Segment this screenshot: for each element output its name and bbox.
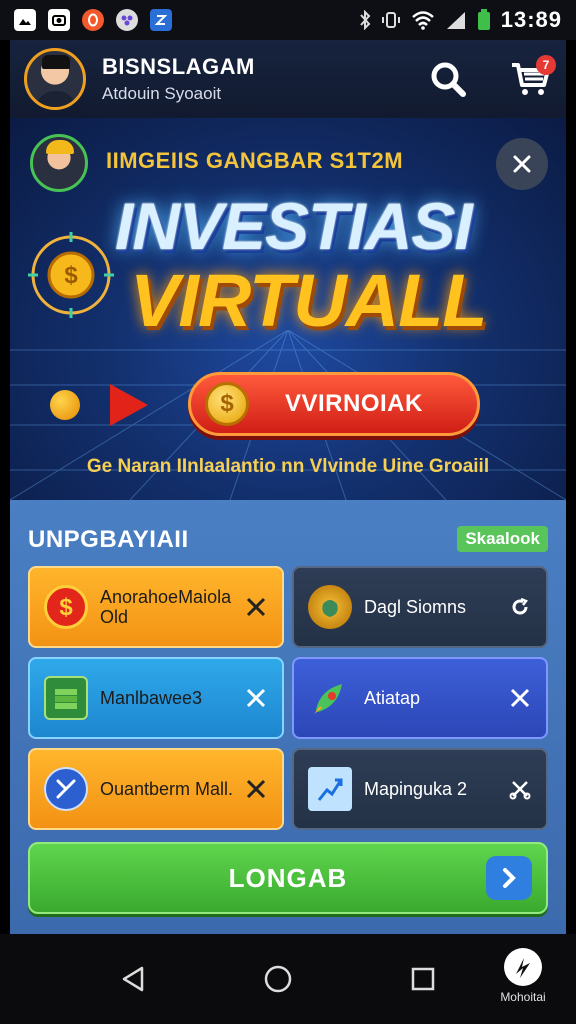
- category-tile-6[interactable]: Mapinguka 2: [292, 748, 548, 830]
- brand-logo-icon: [504, 948, 542, 986]
- banner-cta-button[interactable]: $ VVIRNOIAK: [188, 372, 480, 436]
- assistant-icon: [116, 9, 138, 31]
- close-icon: [513, 155, 531, 173]
- coin-target-icon: $: [28, 232, 114, 318]
- dollar-coin-icon: $: [44, 585, 88, 629]
- clock: 13:89: [500, 7, 562, 32]
- promo-banner[interactable]: IIMGEIIS GANGBAR S1T2M $ INVESTIASI VIRT…: [10, 118, 566, 500]
- brand-shortcut[interactable]: Mohoitai: [488, 948, 558, 1004]
- tile-label: Manlbawee3: [100, 688, 203, 708]
- coin-icon: $: [205, 382, 249, 426]
- search-button[interactable]: [426, 57, 470, 101]
- cart-badge: 7: [536, 55, 556, 75]
- close-icon[interactable]: [244, 777, 268, 801]
- cash-stack-icon: [44, 676, 88, 720]
- status-system: 13:89: [359, 7, 562, 33]
- battery-icon: [477, 9, 490, 30]
- profile-avatar[interactable]: [24, 48, 86, 110]
- banner-close-button[interactable]: [496, 138, 548, 190]
- category-panel: UNPGBAYIAII Skaalook $ AnorahoeMaiola Ol…: [10, 500, 566, 934]
- tile-label: Ouantberm Mall.: [100, 779, 234, 799]
- tools-icon: [44, 767, 88, 811]
- banner-title-line1: INVESTIASI: [115, 189, 473, 263]
- wifi-icon: [411, 11, 434, 30]
- camera-icon: [48, 9, 70, 31]
- tile-label: Atiatap: [364, 688, 421, 708]
- app-icon: [150, 9, 172, 31]
- gallery-icon: [14, 9, 36, 31]
- refresh-icon[interactable]: [508, 595, 532, 619]
- header-actions: 7: [426, 55, 556, 101]
- search-icon: [431, 62, 466, 97]
- tile-label: Dagl Siomns: [364, 597, 467, 617]
- banner-tagline: IIMGEIIS GANGBAR S1T2M: [106, 148, 404, 173]
- load-button-label: LONGAB: [228, 862, 348, 893]
- close-icon[interactable]: [244, 595, 268, 619]
- banner-title-line2: VIRTUALL: [130, 259, 488, 342]
- nav-back-button[interactable]: [113, 959, 153, 999]
- view-all-button[interactable]: Skaalook: [457, 526, 548, 552]
- chart-icon: [308, 767, 352, 811]
- status-notifications: [14, 9, 172, 31]
- category-tile-2[interactable]: Dagl Siomns: [292, 566, 548, 648]
- category-tile-3[interactable]: Manlbawee3: [28, 657, 284, 739]
- app-header: BISNSLAGAM Atdouin Syoaoit 7: [10, 40, 566, 118]
- close-icon[interactable]: [244, 686, 268, 710]
- status-bar: 13:89: [0, 0, 576, 40]
- gold-orb-icon: [50, 390, 80, 420]
- vibrate-icon: [381, 12, 400, 28]
- close-icon[interactable]: [508, 686, 532, 710]
- category-tile-5[interactable]: Ouantberm Mall.: [28, 748, 284, 830]
- cta-label: VVIRNOIAK: [285, 390, 423, 417]
- svg-text:$: $: [64, 262, 78, 289]
- home-circle-icon: [264, 965, 292, 993]
- chevron-right-icon: [486, 856, 532, 900]
- cart-button[interactable]: 7: [508, 55, 556, 101]
- load-button[interactable]: LONGAB: [28, 842, 548, 914]
- tile-label: Mapinguka 2: [364, 779, 468, 799]
- category-tile-4[interactable]: Atiatap: [292, 657, 548, 739]
- nav-home-button[interactable]: [258, 959, 298, 999]
- scissors-icon[interactable]: [508, 777, 532, 801]
- play-arrow-icon: [110, 384, 148, 426]
- navigation-bar: Mohoitai: [0, 934, 576, 1024]
- opera-icon: [82, 9, 104, 31]
- brand-label: Mohoitai: [500, 990, 546, 1004]
- gold-bag-icon: [308, 585, 352, 629]
- svg-text:$: $: [59, 594, 73, 620]
- header-text: BISNSLAGAM Atdouin Syoaoit: [102, 54, 255, 104]
- recents-square-icon: [412, 967, 435, 991]
- rocket-icon: [308, 676, 352, 720]
- category-title: UNPGBAYIAII: [28, 526, 189, 553]
- banner-avatar: [30, 134, 88, 192]
- nav-recents-button[interactable]: [403, 959, 443, 999]
- tile-label: AnorahoeMaiola Old: [100, 587, 232, 627]
- signal-icon: [446, 12, 465, 29]
- app-subtitle: Atdouin Syoaoit: [102, 84, 222, 103]
- category-tile-1[interactable]: $ AnorahoeMaiola Old: [28, 566, 284, 648]
- bluetooth-icon: [359, 10, 371, 30]
- back-triangle-icon: [122, 966, 143, 992]
- banner-caption: Ge Naran IInlaalantio nn Vlvinde Uine Gr…: [86, 456, 490, 477]
- app-name: BISNSLAGAM: [102, 54, 255, 79]
